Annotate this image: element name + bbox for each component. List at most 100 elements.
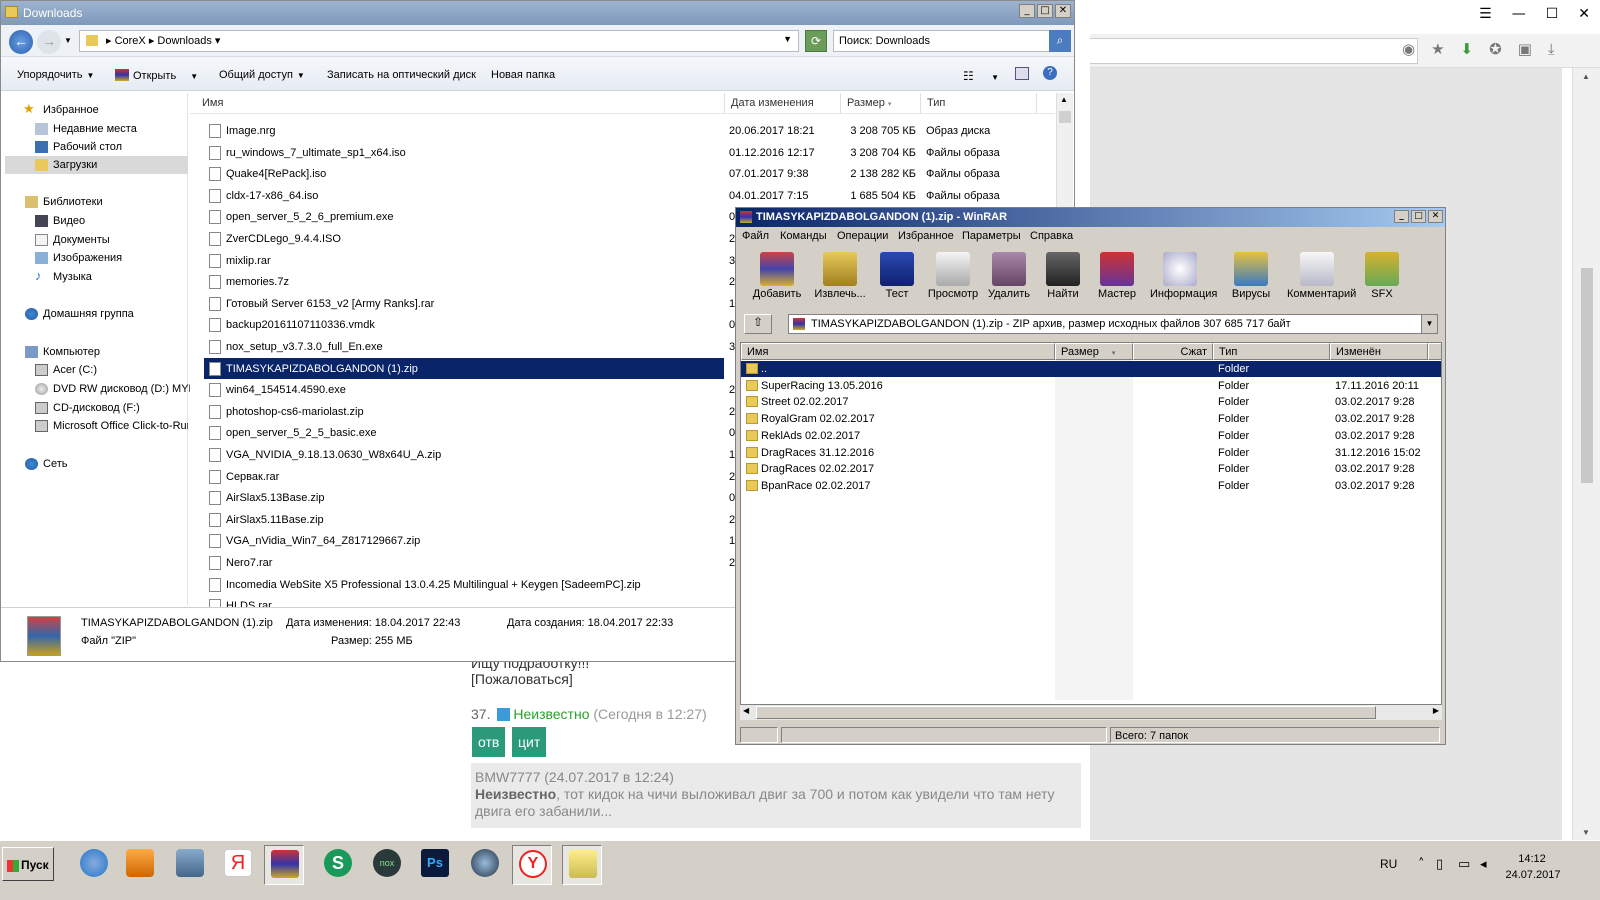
nav-drive-d[interactable]: DVD RW дисковод (D:) MYD	[5, 380, 196, 398]
menu-help[interactable]: Справка	[1030, 230, 1073, 242]
nav-office[interactable]: Microsoft Office Click-to-Run	[5, 417, 188, 435]
menu-icon[interactable]: ☰	[1479, 6, 1492, 22]
menu-commands[interactable]: Команды	[780, 230, 827, 242]
new-folder-button[interactable]: Новая папка	[491, 69, 555, 81]
archive-row[interactable]: BpanRace 02.02.2017 Folder 03.02.2017 9:28	[741, 478, 1441, 494]
scroll-thumb[interactable]	[1059, 111, 1071, 123]
extension-icon[interactable]: ✪	[1489, 40, 1502, 58]
start-button[interactable]: Пуск	[2, 847, 54, 881]
menu-operations[interactable]: Операции	[837, 230, 888, 242]
tool-wizard[interactable]: Мастер	[1087, 248, 1147, 308]
tool-test[interactable]: Тест	[867, 248, 927, 308]
bookmark-star-icon[interactable]: ★	[1431, 40, 1444, 58]
nav-favorites[interactable]: ★ Избранное	[5, 101, 188, 119]
scroll-thumb[interactable]	[1581, 268, 1593, 483]
tool-sfx[interactable]: SFX	[1352, 248, 1412, 308]
scroll-right-icon[interactable]: ▶	[1433, 706, 1439, 715]
archive-row[interactable]: RoyalGram 02.02.2017 Folder 03.02.2017 9:2…	[741, 411, 1441, 427]
nav-desktop[interactable]: Рабочий стол	[5, 138, 188, 156]
menu-file[interactable]: Файл	[742, 230, 769, 242]
extension2-icon[interactable]: ▣	[1518, 40, 1532, 58]
language-indicator[interactable]: RU	[1380, 857, 1397, 871]
scroll-up-icon[interactable]: ▲	[1060, 95, 1068, 104]
nav-video[interactable]: Видео	[5, 212, 188, 230]
nav-recent[interactable]: Недавние места	[5, 120, 188, 138]
protect-icon[interactable]: ◉	[1402, 40, 1415, 58]
open-button[interactable]: Открыть ▼	[115, 69, 198, 82]
taskbar-media[interactable]	[120, 845, 160, 885]
comment-user[interactable]: Неизвестно	[513, 706, 589, 722]
quote-button[interactable]: цит	[512, 727, 547, 757]
close-button[interactable]: ✕	[1428, 210, 1443, 223]
tool-delete[interactable]: Удалить	[979, 248, 1039, 308]
tool-extract[interactable]: Извлечь...	[810, 248, 870, 308]
clock-time[interactable]: 14:12	[1506, 853, 1558, 865]
close-icon[interactable]: ✕	[1578, 6, 1590, 22]
minimize-button[interactable]: _	[1394, 210, 1409, 223]
nav-libraries[interactable]: Библиотеки	[5, 193, 188, 211]
col-name[interactable]: Имя	[196, 93, 725, 114]
burn-button[interactable]: Записать на оптический диск	[327, 69, 476, 81]
forward-button[interactable]: →	[37, 30, 61, 54]
wr-col-name[interactable]: Имя	[741, 343, 1055, 360]
col-size[interactable]: Размер ▾	[841, 93, 921, 114]
col-type[interactable]: Тип	[921, 93, 1037, 114]
reply-button[interactable]: отв	[472, 727, 506, 757]
search-icon[interactable]: ⌕	[1049, 30, 1071, 52]
menu-favorites[interactable]: Избранное	[898, 230, 954, 242]
breadcrumb[interactable]: ▸ CoreX ▸ Downloads ▾ ▼	[79, 30, 799, 52]
tool-add[interactable]: Добавить	[747, 248, 807, 308]
col-date[interactable]: Дата изменения	[725, 93, 841, 114]
scroll-left-icon[interactable]: ◀	[743, 706, 749, 715]
minimize-button[interactable]: _	[1019, 4, 1035, 18]
nav-drive-f[interactable]: CD-дисковод (F:)	[5, 399, 188, 417]
help-icon[interactable]: ?	[1043, 66, 1057, 80]
tool-view[interactable]: Просмотр	[923, 248, 983, 308]
address-dropdown-icon[interactable]: ▼	[783, 34, 792, 44]
file-row[interactable]: cldx-17-x86_64.iso 04.01.2017 7:15 1 685 5…	[204, 185, 1055, 206]
taskbar-ie[interactable]	[74, 845, 114, 885]
nav-music[interactable]: ♪ Музыка	[5, 268, 188, 286]
taskbar-yandex[interactable]: Я	[218, 845, 258, 885]
taskbar-photoshop[interactable]: Ps	[415, 845, 455, 885]
nav-documents[interactable]: Документы	[5, 231, 188, 249]
archive-row[interactable]: ReklAds 02.02.2017 Folder 03.02.2017 9:28	[741, 428, 1441, 444]
file-row[interactable]: TIMASYKAPIZDABOLGANDON (1).zip 1	[204, 357, 735, 379]
nav-computer[interactable]: Компьютер	[5, 343, 188, 361]
taskbar-tools[interactable]	[170, 845, 210, 885]
tool-virus[interactable]: Вирусы	[1221, 248, 1281, 308]
file-row[interactable]: Quake4[RePack].iso 07.01.2017 9:38 2 138 2…	[204, 163, 1055, 184]
menu-options[interactable]: Параметры	[962, 230, 1021, 242]
winrar-titlebar[interactable]: TIMASYKAPIZDABOLGANDON (1).zip - WinRAR …	[736, 208, 1445, 227]
breadcrumb-item[interactable]: CoreX	[115, 35, 146, 47]
maximize-button[interactable]: □	[1037, 4, 1053, 18]
url-field[interactable]	[1090, 38, 1418, 64]
breadcrumb-dropdown-icon[interactable]: ▾	[215, 35, 221, 47]
nav-downloads[interactable]: Загрузки	[5, 156, 188, 174]
clock-date[interactable]: 24.07.2017	[1498, 869, 1568, 881]
report-link[interactable]: [Пожаловаться]	[471, 670, 573, 688]
minimize-icon[interactable]: —	[1512, 6, 1526, 22]
organize-button[interactable]: Упорядочить ▼	[17, 69, 94, 81]
browser-scrollbar[interactable]: ▲ ▼	[1572, 68, 1600, 857]
combo-dropdown-icon[interactable]: ▼	[1421, 315, 1437, 333]
maximize-icon[interactable]: ☐	[1546, 6, 1559, 22]
nav-homegroup[interactable]: Домашняя группа	[5, 305, 188, 323]
taskbar-explorer[interactable]	[562, 845, 602, 885]
tray-expand-icon[interactable]: ˄	[1418, 857, 1425, 872]
tool-comment[interactable]: Комментарий	[1287, 248, 1356, 308]
taskbar-nox[interactable]: nox	[367, 845, 407, 885]
view-icon[interactable]: ☷ ▼	[963, 69, 999, 83]
taskbar-winrar[interactable]	[264, 845, 304, 885]
close-button[interactable]: ✕	[1055, 4, 1071, 18]
scroll-thumb[interactable]	[756, 706, 1376, 719]
taskbar-browser2[interactable]	[465, 845, 505, 885]
history-dropdown-icon[interactable]: ▼	[64, 36, 72, 45]
breadcrumb-item[interactable]: Downloads	[157, 35, 211, 47]
back-button[interactable]: ←	[9, 30, 33, 54]
explorer-titlebar[interactable]: Downloads _ □ ✕	[1, 1, 1074, 25]
file-row[interactable]: Image.nrg 20.06.2017 18:21 3 208 705 КБ Обр…	[204, 120, 1055, 141]
tray-network-icon[interactable]: ▭	[1458, 857, 1470, 872]
taskbar-yandex-browser[interactable]: Y	[512, 845, 552, 885]
archive-hscroll[interactable]: ◀ ▶	[740, 704, 1442, 720]
